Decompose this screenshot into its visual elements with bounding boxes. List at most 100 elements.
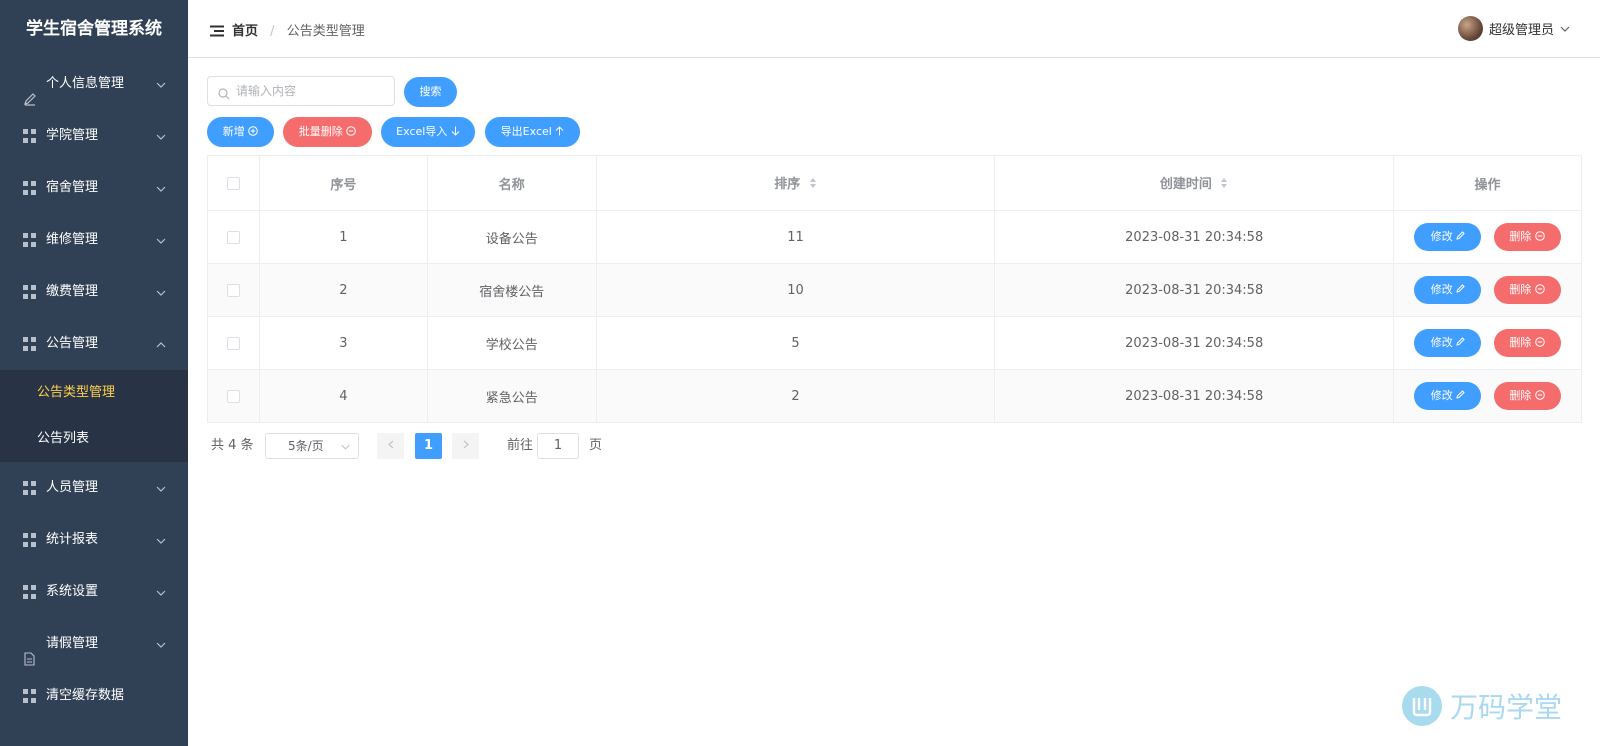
sidebar-item-label: 人员管理 <box>46 480 99 495</box>
pencil-icon <box>1456 230 1465 243</box>
minus-circle-icon <box>346 125 357 138</box>
delete-button[interactable]: 删除 <box>1493 382 1561 410</box>
delete-label: 删除 <box>1509 283 1532 296</box>
delete-button[interactable]: 删除 <box>1493 223 1561 251</box>
sidebar-item-label: 统计报表 <box>46 532 99 547</box>
chevron-down-icon <box>156 266 166 318</box>
search-icon <box>218 85 230 104</box>
chevron-down-icon <box>156 514 166 566</box>
grid-icon <box>23 481 37 495</box>
cell-actions: 修改 删除 <box>1393 369 1582 423</box>
breadcrumb-home[interactable]: 首页 <box>232 24 258 39</box>
chevron-down-icon <box>156 214 166 266</box>
grid-icon <box>23 129 37 143</box>
chevron-down-icon <box>156 462 166 514</box>
cell-index: 4 <box>259 369 428 423</box>
sidebar-item-personnel[interactable]: 人员管理 <box>0 462 188 514</box>
edit-button[interactable]: 修改 <box>1414 329 1482 357</box>
row-checkbox[interactable] <box>226 389 240 403</box>
sidebar-item-announcement[interactable]: 公告管理 <box>0 318 188 370</box>
sidebar-item-statistics[interactable]: 统计报表 <box>0 514 188 566</box>
cell-index: 1 <box>259 210 428 264</box>
excel-export-button[interactable]: 导出Excel <box>485 117 580 147</box>
sidebar-item-leave[interactable]: 请假管理 <box>0 618 188 670</box>
delete-button[interactable]: 删除 <box>1493 276 1561 304</box>
top-header: 首页 / 公告类型管理 超级管理员 <box>188 0 1600 58</box>
pencil-icon <box>1456 336 1465 349</box>
breadcrumb: 首页 / 公告类型管理 <box>232 20 365 39</box>
edit-button[interactable]: 修改 <box>1414 223 1482 251</box>
pencil-icon <box>1456 283 1465 296</box>
prev-page-button[interactable] <box>377 433 404 459</box>
row-select-cell <box>207 263 260 317</box>
sidebar-item-label: 宿舍管理 <box>46 180 99 195</box>
sidebar-item-personal-info[interactable]: 个人信息管理 <box>0 58 188 110</box>
table-header-row: 序号 名称 排序 创建时间 操作 <box>207 155 1582 211</box>
sort-caret-icon[interactable] <box>1220 177 1228 193</box>
search-button[interactable]: 搜索 <box>404 77 457 107</box>
sidebar-subitem-announcement-type[interactable]: 公告类型管理 <box>0 370 188 416</box>
chevron-down-icon <box>156 618 166 670</box>
plus-circle-icon <box>248 125 259 138</box>
column-header-created-label: 创建时间 <box>1159 177 1212 193</box>
sidebar-item-label: 缴费管理 <box>46 284 99 299</box>
sort-caret-icon[interactable] <box>809 177 817 193</box>
sidebar-item-payment[interactable]: 缴费管理 <box>0 266 188 318</box>
batch-delete-label: 批量删除 <box>298 125 343 138</box>
document-icon <box>23 637 37 666</box>
arrow-up-icon <box>555 125 564 138</box>
excel-import-button[interactable]: Excel导入 <box>381 117 475 147</box>
breadcrumb-current: 公告类型管理 <box>286 24 365 39</box>
add-button[interactable]: 新增 <box>207 117 274 147</box>
cell-actions: 修改 删除 <box>1393 316 1582 370</box>
next-page-button[interactable] <box>452 433 479 459</box>
row-checkbox[interactable] <box>226 336 240 350</box>
cell-name: 设备公告 <box>427 210 597 264</box>
hamburger-icon[interactable] <box>210 22 224 37</box>
page-size-select[interactable]: 5条/页 <box>265 433 359 459</box>
cell-name: 宿舍楼公告 <box>427 263 597 317</box>
sidebar-item-settings[interactable]: 系统设置 <box>0 566 188 618</box>
grid-icon <box>23 337 37 351</box>
sidebar: 学生宿舍管理系统 个人信息管理 学院管理 宿舍管理 维修管理 缴费管理 公告管理… <box>0 0 188 746</box>
sidebar-item-label: 维修管理 <box>46 232 99 247</box>
row-select-cell <box>207 369 260 423</box>
goto-page-input[interactable]: 1 <box>537 433 579 459</box>
sidebar-item-repair[interactable]: 维修管理 <box>0 214 188 266</box>
chevron-up-icon <box>156 318 166 370</box>
user-menu[interactable]: 超级管理员 <box>1457 16 1570 41</box>
select-all-checkbox[interactable] <box>226 176 240 190</box>
column-header-created[interactable]: 创建时间 <box>994 155 1395 211</box>
column-header-sort[interactable]: 排序 <box>595 155 996 211</box>
grid-icon <box>23 689 37 703</box>
delete-button[interactable]: 删除 <box>1493 329 1561 357</box>
row-checkbox[interactable] <box>226 283 240 297</box>
cell-sort: 2 <box>596 369 996 423</box>
select-all-cell <box>207 155 260 211</box>
edit-button[interactable]: 修改 <box>1414 276 1482 304</box>
batch-delete-button[interactable]: 批量删除 <box>283 117 372 147</box>
cell-name: 紧急公告 <box>427 369 597 423</box>
row-select-cell <box>207 316 260 370</box>
watermark: 万码学堂 <box>1401 686 1562 726</box>
sidebar-item-dormitory[interactable]: 宿舍管理 <box>0 162 188 214</box>
grid-icon <box>23 285 37 299</box>
edit-button[interactable]: 修改 <box>1414 382 1482 410</box>
cell-actions: 修改 删除 <box>1393 210 1582 264</box>
chevron-down-icon <box>341 434 350 458</box>
grid-icon <box>23 533 37 547</box>
delete-label: 删除 <box>1509 389 1532 402</box>
arrow-down-icon <box>451 125 460 138</box>
chevron-down-icon <box>156 162 166 214</box>
cell-actions: 修改 删除 <box>1393 263 1582 317</box>
sidebar-subitem-announcement-list[interactable]: 公告列表 <box>0 416 188 462</box>
search-input[interactable] <box>236 82 386 100</box>
cell-index: 3 <box>259 316 428 370</box>
cell-created: 2023-08-31 20:34:58 <box>994 316 1395 370</box>
page-number-current[interactable]: 1 <box>415 433 442 459</box>
search-field[interactable] <box>207 76 395 106</box>
sidebar-item-college[interactable]: 学院管理 <box>0 110 188 162</box>
sidebar-item-clear-cache[interactable]: 清空缓存数据 <box>0 670 188 722</box>
row-checkbox[interactable] <box>226 230 240 244</box>
grid-icon <box>23 233 37 247</box>
